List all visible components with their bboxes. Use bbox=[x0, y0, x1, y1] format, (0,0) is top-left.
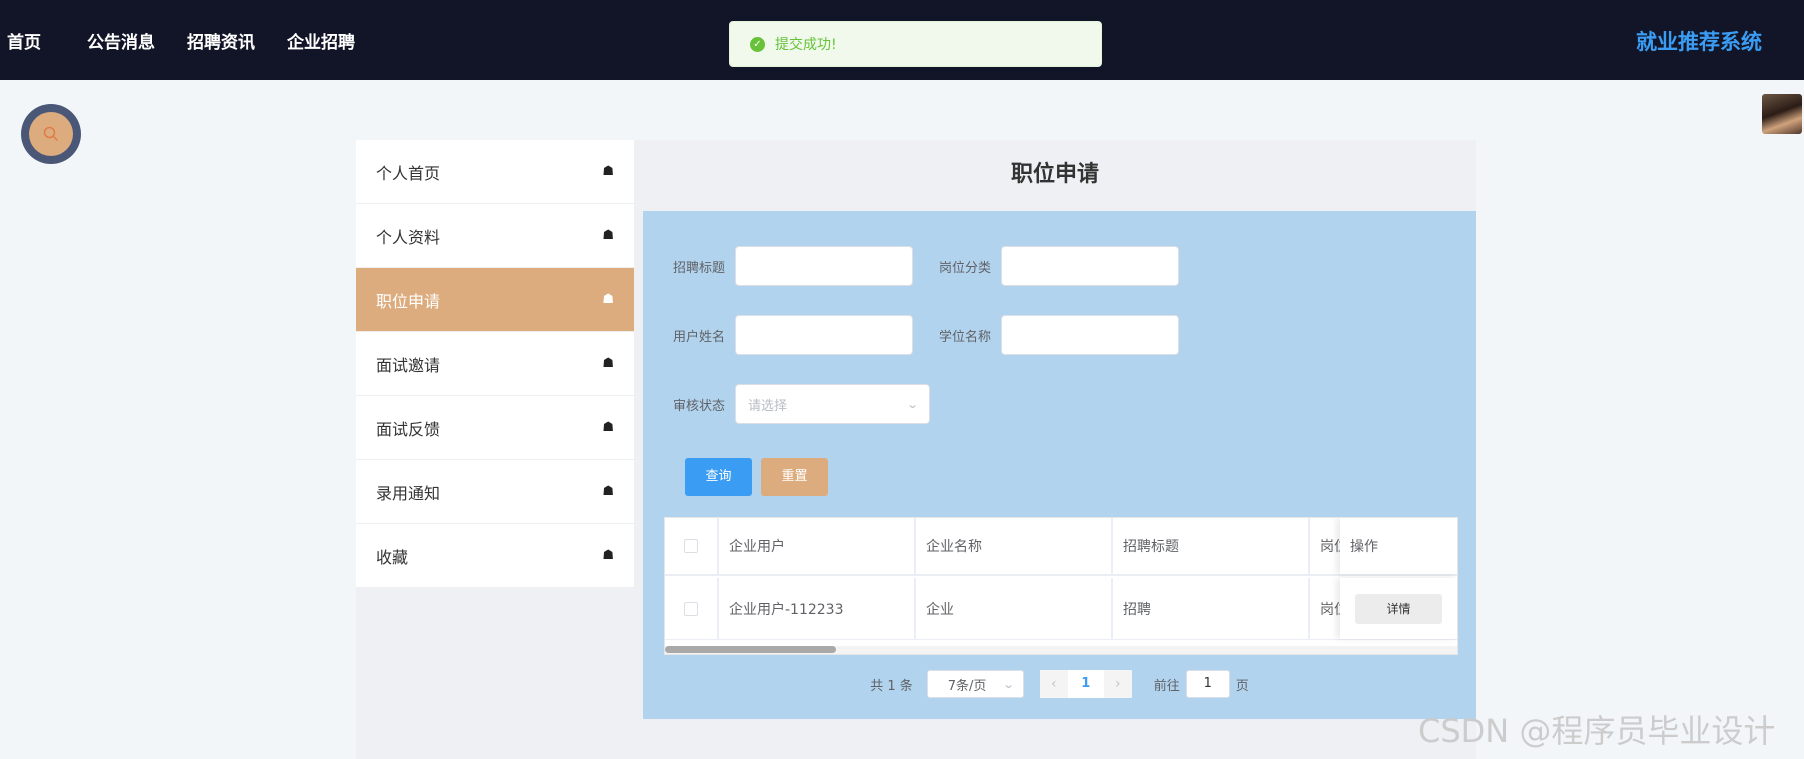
nav-company-recruit[interactable]: 企业招聘 bbox=[287, 28, 355, 53]
current-page[interactable]: 1 bbox=[1067, 670, 1104, 698]
form-row-2: 用户姓名 bbox=[659, 315, 913, 355]
next-page-button[interactable]: › bbox=[1103, 670, 1132, 698]
sidebar-item-profile[interactable]: 个人资料 ☗ bbox=[356, 204, 634, 268]
form-row-2b: 学位名称 bbox=[925, 315, 1179, 355]
sidebar-item-label: 个人首页 bbox=[376, 163, 441, 183]
pagination: 共 1 条 7条/页 ⌄ ‹ 1 › 前往 1 页 bbox=[643, 669, 1476, 699]
home-icon: ☗ bbox=[602, 420, 614, 435]
cell-action: 详情 bbox=[1340, 578, 1457, 639]
review-status-select[interactable]: 请选择 ⌄ bbox=[735, 384, 930, 424]
select-placeholder: 请选择 bbox=[748, 398, 788, 414]
scrollbar-thumb[interactable] bbox=[665, 646, 836, 653]
nav-home[interactable]: 首页 bbox=[7, 28, 41, 53]
header-company-name: 企业名称 bbox=[916, 518, 1113, 574]
sidebar-item-label: 面试反馈 bbox=[376, 419, 441, 439]
goto-page: 前往 1 页 bbox=[1154, 670, 1249, 698]
nav-announcements[interactable]: 公告消息 bbox=[87, 28, 155, 53]
main-nav: 首页 公告消息 招聘资讯 企业招聘 bbox=[7, 0, 387, 80]
cell-company-user: 企业用户-112233 bbox=[719, 578, 916, 639]
query-button[interactable]: 查询 bbox=[685, 458, 752, 496]
table-header-row: 企业用户 企业名称 招聘标题 岗位 操作 bbox=[665, 518, 1457, 576]
recruit-title-input[interactable] bbox=[735, 246, 913, 286]
detail-button[interactable]: 详情 bbox=[1355, 593, 1442, 624]
search-icon-wrap bbox=[29, 112, 73, 156]
degree-name-input[interactable] bbox=[1001, 315, 1179, 355]
sidebar-item-favorites[interactable]: 收藏 ☗ bbox=[356, 524, 634, 588]
chevron-down-icon: ⌄ bbox=[905, 397, 919, 411]
chevron-down-icon: ⌄ bbox=[1001, 677, 1015, 691]
header-company-user: 企业用户 bbox=[719, 518, 916, 574]
sidebar-item-interview-feedback[interactable]: 面试反馈 ☗ bbox=[356, 396, 634, 460]
goto-page-input[interactable]: 1 bbox=[1185, 670, 1230, 698]
header-position: 岗位 bbox=[1320, 539, 1340, 555]
brand-title: 就业推荐系统 bbox=[1636, 30, 1762, 54]
user-avatar[interactable] bbox=[1762, 94, 1802, 134]
search-icon bbox=[43, 126, 59, 142]
home-icon: ☗ bbox=[602, 548, 614, 563]
home-icon: ☗ bbox=[602, 228, 614, 243]
degree-name-label: 学位名称 bbox=[938, 329, 991, 345]
user-name-label: 用户姓名 bbox=[672, 329, 725, 345]
table-row: 企业用户-112233 企业 招聘 岗位 详情 bbox=[665, 578, 1457, 640]
sidebar-item-home[interactable]: 个人首页 ☗ bbox=[356, 140, 634, 204]
home-icon: ☗ bbox=[602, 356, 614, 371]
floating-search-button[interactable] bbox=[21, 104, 81, 164]
reset-button[interactable]: 重置 bbox=[761, 458, 828, 496]
toast-message: 提交成功! bbox=[775, 37, 837, 53]
home-icon: ☗ bbox=[602, 292, 614, 307]
goto-suffix: 页 bbox=[1235, 678, 1249, 694]
success-toast: ✓ 提交成功! bbox=[729, 21, 1102, 67]
horizontal-scrollbar[interactable] bbox=[665, 646, 1457, 654]
page-size-value: 7条/页 bbox=[947, 678, 987, 694]
pagination-total: 共 1 条 bbox=[870, 678, 913, 694]
header-recruit-title: 招聘标题 bbox=[1113, 518, 1310, 574]
header-checkbox-cell bbox=[665, 518, 719, 574]
cell-position: 岗位 bbox=[1320, 601, 1340, 618]
position-category-input[interactable] bbox=[1001, 246, 1179, 286]
cell-company-name: 企业 bbox=[916, 578, 1113, 639]
home-icon: ☗ bbox=[602, 484, 614, 499]
cell-recruit-title: 招聘 bbox=[1113, 578, 1310, 639]
select-all-checkbox[interactable] bbox=[684, 539, 698, 553]
sidebar-item-label: 面试邀请 bbox=[376, 355, 441, 375]
goto-label: 前往 bbox=[1153, 678, 1180, 694]
row-checkbox-cell bbox=[665, 578, 719, 639]
sidebar-item-label: 录用通知 bbox=[376, 483, 441, 503]
sidebar-item-label: 职位申请 bbox=[376, 291, 441, 311]
header-action: 操作 bbox=[1340, 518, 1457, 574]
watermark: CSDN @程序员毕业设计 bbox=[1418, 712, 1776, 750]
page-size-select[interactable]: 7条/页 ⌄ bbox=[926, 670, 1024, 698]
form-row-3: 审核状态 请选择 ⌄ bbox=[659, 384, 930, 424]
top-navbar: 首页 公告消息 招聘资讯 企业招聘 ✓ 提交成功! 就业推荐系统 bbox=[0, 0, 1804, 80]
nav-recruit-news[interactable]: 招聘资讯 bbox=[187, 28, 255, 53]
sidebar-item-label: 收藏 bbox=[376, 547, 409, 567]
prev-page-button[interactable]: ‹ bbox=[1039, 670, 1068, 698]
recruit-title-label: 招聘标题 bbox=[672, 260, 725, 276]
sidebar-item-applications[interactable]: 职位申请 ☗ bbox=[356, 268, 634, 332]
review-status-label: 审核状态 bbox=[672, 398, 725, 414]
page-title: 职位申请 bbox=[1010, 162, 1099, 187]
check-circle-icon: ✓ bbox=[750, 36, 765, 52]
main-panel: 职位申请 招聘标题 岗位分类 用户姓名 学位名称 审核状态 请选择 ⌄ 查询 重… bbox=[634, 140, 1476, 759]
applications-table: 企业用户 企业名称 招聘标题 岗位 操作 企业用户-112233 企业 招聘 岗… bbox=[664, 517, 1458, 655]
sidebar: 个人首页 ☗ 个人资料 ☗ 职位申请 ☗ 面试邀请 ☗ 面试反馈 ☗ 录用通知 … bbox=[356, 140, 634, 759]
form-row-1b: 岗位分类 bbox=[925, 246, 1179, 286]
row-checkbox[interactable] bbox=[684, 601, 698, 616]
form-row-1: 招聘标题 bbox=[659, 246, 913, 286]
user-name-input[interactable] bbox=[735, 315, 913, 355]
sidebar-item-interview-invites[interactable]: 面试邀请 ☗ bbox=[356, 332, 634, 396]
sidebar-item-offers[interactable]: 录用通知 ☗ bbox=[356, 460, 634, 524]
position-category-label: 岗位分类 bbox=[938, 260, 991, 276]
home-icon: ☗ bbox=[602, 164, 614, 179]
sidebar-item-label: 个人资料 bbox=[376, 227, 441, 247]
content-area: 招聘标题 岗位分类 用户姓名 学位名称 审核状态 请选择 ⌄ 查询 重置 企业用… bbox=[643, 211, 1476, 719]
